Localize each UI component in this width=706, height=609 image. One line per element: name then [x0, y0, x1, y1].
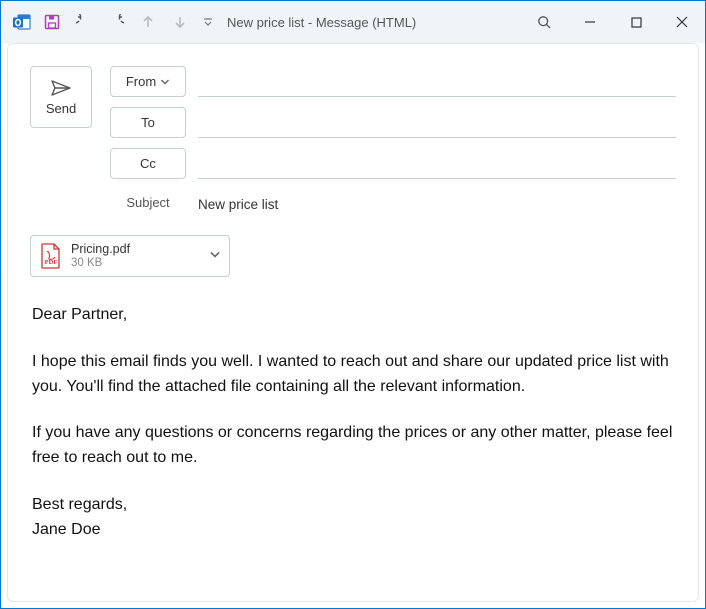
redo-button[interactable] — [103, 9, 129, 35]
title-bar: New price list - Message (HTML) — [1, 1, 705, 43]
body-sender: Jane Doe — [32, 518, 674, 543]
chevron-down-icon — [160, 77, 170, 87]
body-signoff: Best regards, — [32, 493, 674, 518]
body-paragraph: If you have any questions or concerns re… — [32, 421, 674, 471]
cc-button[interactable]: Cc — [110, 148, 186, 179]
from-button[interactable]: From — [110, 66, 186, 97]
attachment-menu-button[interactable] — [209, 249, 221, 264]
attachment-size: 30 KB — [71, 257, 130, 271]
window-title: New price list - Message (HTML) — [227, 15, 416, 30]
cc-field[interactable] — [198, 148, 676, 179]
quick-access-customize[interactable] — [199, 9, 217, 35]
from-field[interactable] — [198, 66, 676, 97]
to-button[interactable]: To — [110, 107, 186, 138]
body-greeting: Dear Partner, — [32, 303, 674, 328]
pdf-icon: PDF — [39, 242, 63, 270]
maximize-button[interactable] — [613, 5, 659, 39]
undo-button[interactable] — [71, 9, 97, 35]
body-paragraph: I hope this email finds you well. I want… — [32, 350, 674, 400]
close-button[interactable] — [659, 5, 705, 39]
minimize-button[interactable] — [567, 5, 613, 39]
attachment-chip[interactable]: PDF Pricing.pdf 30 KB — [30, 235, 230, 277]
send-button[interactable]: Send — [30, 66, 92, 128]
attachment-name: Pricing.pdf — [71, 242, 130, 257]
send-label: Send — [46, 101, 76, 116]
subject-field[interactable]: New price list — [198, 189, 676, 217]
search-button[interactable] — [521, 5, 567, 39]
compose-window: Send From To Cc Subject New price list — [7, 43, 699, 602]
subject-label: Subject — [110, 189, 186, 210]
outlook-app-icon — [11, 11, 33, 33]
next-item-button[interactable] — [167, 9, 193, 35]
message-body[interactable]: Dear Partner, I hope this email finds yo… — [8, 283, 698, 553]
svg-text:PDF: PDF — [45, 259, 58, 266]
to-field[interactable] — [198, 107, 676, 138]
previous-item-button[interactable] — [135, 9, 161, 35]
save-button[interactable] — [39, 9, 65, 35]
